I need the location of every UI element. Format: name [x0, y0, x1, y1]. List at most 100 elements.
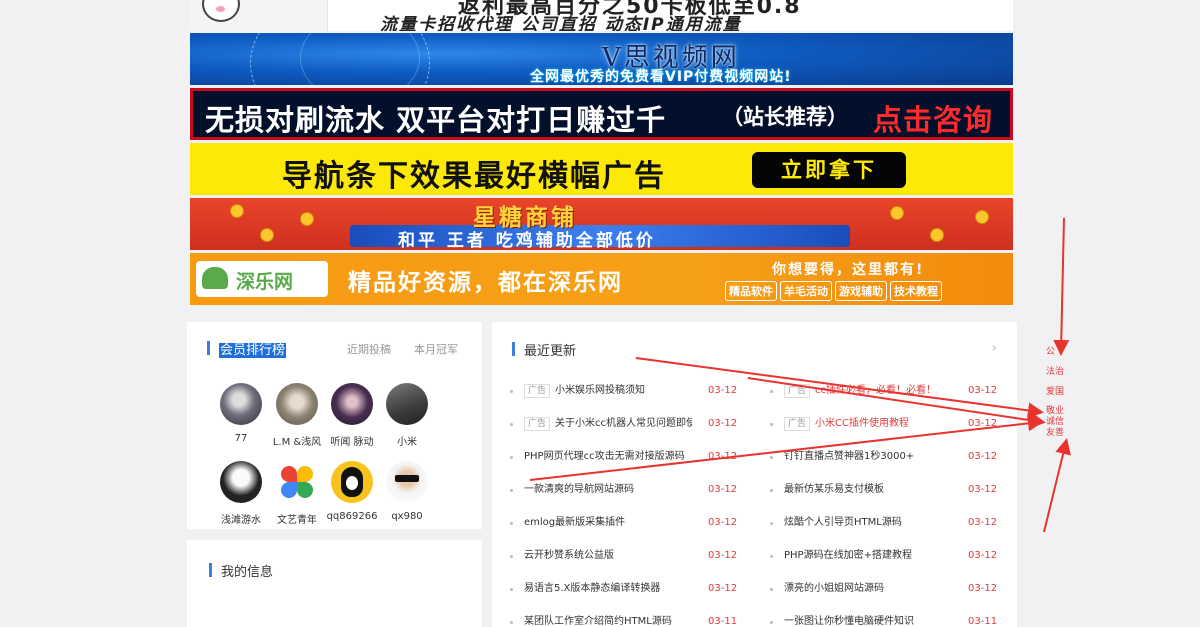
avatar — [386, 461, 428, 503]
news-item[interactable]: 广告 cc插件必看，必看！必看！ 03-12 — [770, 383, 1005, 399]
news-date: 03-12 — [708, 451, 738, 462]
news-title-link[interactable]: 小米娱乐网投稿须知 — [555, 383, 692, 399]
member-item[interactable]: 小米 — [377, 383, 437, 448]
news-title-link[interactable]: 云开秒赞系统公益版 — [524, 548, 692, 564]
news-item[interactable]: 一张图让你秒懂电脑硬件知识 03-11 — [770, 614, 1005, 627]
member-name: qx980 — [391, 511, 423, 522]
arrow-line — [1053, 217, 1070, 356]
news-title-link[interactable]: PHP网页代理cc攻击无需对接版源码 — [524, 449, 692, 465]
news-item[interactable]: 炫酷个人引导页HTML源码 03-12 — [770, 515, 1005, 531]
shenle-logo: 深乐网 — [196, 261, 328, 297]
news-item[interactable]: 云开秒赞系统公益版 03-12 — [510, 548, 740, 564]
tab-monthly-champion[interactable]: 本月冠军 — [414, 341, 458, 357]
news-item[interactable]: PHP源码在线加密+搭建教程 03-12 — [770, 548, 1005, 564]
bullet-dot — [770, 522, 773, 525]
banner-main-text: 精品好资源，都在深乐网 — [348, 270, 623, 296]
bullet-dot — [770, 390, 773, 393]
news-title-link[interactable]: PHP源码在线加密+搭建教程 — [784, 548, 952, 564]
latest-updates-panel: 最近更新 › 广告 小米娱乐网投稿须知 03-12 广告 关于小米cc机器人常见问题即使… — [492, 322, 1017, 627]
get-now-button[interactable]: 立即拿下 — [752, 152, 906, 188]
news-title-link[interactable]: 钉钉直播点赞神器1秒3000+ — [784, 449, 952, 465]
news-date: 03-12 — [968, 583, 998, 594]
side-text: 爱国 — [1046, 387, 1065, 397]
news-title-link[interactable]: 关于小米cc机器人常见问题即使 — [555, 416, 692, 432]
ad-banner-shenle[interactable]: 深乐网 精品好资源，都在深乐网 你想要得，这里都有! 精品软件 羊毛活动 游戏辅… — [190, 253, 1013, 305]
news-title-link[interactable]: 一张图让你秒懂电脑硬件知识 — [784, 614, 952, 627]
side-text: 友善 — [1046, 428, 1065, 438]
banner-subtitle: 和平 王者 吃鸡辅助全部低价 — [398, 231, 656, 250]
member-name: 小米 — [397, 437, 417, 448]
member-item[interactable]: qq869266 — [322, 461, 382, 522]
news-item[interactable]: 一款清爽的导航网站源码 03-12 — [510, 482, 740, 498]
ad-banner-video-site[interactable]: V思视频网 全网最优秀的免费看VIP付费视频网站! — [190, 33, 1013, 85]
bullet-dot — [510, 522, 513, 525]
banner-line-2: 流量卡招收代理 公司直招 动态IP通用流量 — [380, 15, 742, 31]
banner-main-text: 无损对刷流水 双平台对打日赚过千 — [205, 103, 667, 137]
news-item[interactable]: 易语言5.X版本静态编译转换器 03-12 — [510, 581, 740, 597]
avatar — [276, 383, 318, 425]
news-date: 03-12 — [708, 583, 738, 594]
news-title-link[interactable]: 易语言5.X版本静态编译转换器 — [524, 581, 692, 597]
news-date: 03-12 — [708, 385, 738, 396]
qq-penguin-avatar — [331, 461, 373, 503]
panel-title: 我的信息 — [209, 561, 273, 580]
tab-recent-posts[interactable]: 近期投稿 — [347, 341, 391, 357]
news-title-link[interactable]: emlog最新版采集插件 — [524, 515, 692, 531]
bullet-dot — [510, 423, 513, 426]
member-item[interactable]: 浅滩游水 — [211, 461, 271, 526]
ad-banner-candy-shop[interactable]: 星糖商铺 和平 王者 吃鸡辅助全部低价 — [190, 198, 1013, 250]
globe-graphic-inner — [300, 33, 420, 85]
member-item[interactable]: qx980 — [377, 461, 437, 522]
ad-banner-traffic-card[interactable]: 返利最高百分之50卡板低至0.8 流量卡招收代理 公司直招 动态IP通用流量 — [190, 0, 1013, 31]
news-item[interactable]: 钉钉直播点赞神器1秒3000+ 03-12 — [770, 449, 1005, 465]
news-item[interactable]: 最新仿某乐易支付模板 03-12 — [770, 482, 1005, 498]
coin-icon — [930, 228, 944, 242]
news-title-link[interactable]: 炫酷个人引导页HTML源码 — [784, 515, 952, 531]
news-date: 03-12 — [968, 385, 998, 396]
news-title-link[interactable]: 小米CC插件使用教程 — [815, 416, 952, 432]
bullet-dot — [510, 555, 513, 558]
banner-subtitle: 全网最优秀的免费看VIP付费视频网站! — [530, 69, 792, 85]
bullet-dot — [770, 423, 773, 426]
banner-cta: 点击咨询 — [873, 103, 994, 137]
bullet-dot — [770, 555, 773, 558]
news-title-link[interactable]: 漂亮的小姐姐网站源码 — [784, 581, 952, 597]
member-name: qq869266 — [326, 511, 378, 522]
news-item[interactable]: 广告 关于小米cc机器人常见问题即使 03-12 — [510, 416, 740, 432]
coin-icon — [975, 210, 989, 224]
panel-title: 最近更新 — [512, 340, 576, 359]
coin-icon — [890, 206, 904, 220]
member-item[interactable]: 文艺青年 — [267, 461, 327, 526]
coin-icon — [300, 212, 314, 226]
news-item[interactable]: emlog最新版采集插件 03-12 — [510, 515, 740, 531]
member-name: 浅滩游水 — [221, 515, 261, 526]
ad-banner-flow-service[interactable]: 无损对刷流水 双平台对打日赚过千 （站长推荐） 点击咨询 — [190, 88, 1013, 140]
bullet-dot — [510, 588, 513, 591]
news-title-link[interactable]: 某团队工作室介绍简约HTML源码 — [524, 614, 692, 627]
member-item[interactable]: 听闻 脉动 — [322, 383, 382, 448]
news-item[interactable]: 广告 小米CC插件使用教程 03-12 — [770, 416, 1005, 432]
news-date: 03-12 — [968, 517, 998, 528]
news-item[interactable]: 某团队工作室介绍简约HTML源码 03-11 — [510, 614, 740, 627]
news-item[interactable]: 广告 小米娱乐网投稿须知 03-12 — [510, 383, 740, 399]
news-item[interactable]: PHP网页代理cc攻击无需对接版源码 03-12 — [510, 449, 740, 465]
chevron-right-icon[interactable]: › — [991, 340, 997, 356]
bullet-dot — [510, 390, 513, 393]
cartoon-pig-image — [190, 0, 328, 31]
bullet-dot — [510, 489, 513, 492]
news-date: 03-11 — [968, 616, 998, 627]
ad-banner-nav-slot[interactable]: 导航条下效果最好横幅广告 立即拿下 — [190, 143, 1013, 195]
member-item[interactable]: L.M &浅风 — [267, 383, 327, 448]
member-ranking-panel: 会员排行榜 近期投稿 本月冠军 77 L.M &浅风 听闻 脉动 小米 浅滩游水… — [187, 322, 482, 529]
bullet-dot — [510, 621, 513, 624]
member-item[interactable]: 77 — [211, 383, 271, 444]
avatar — [386, 383, 428, 425]
news-title-link[interactable]: 最新仿某乐易支付模板 — [784, 482, 952, 498]
news-item[interactable]: 漂亮的小姐姐网站源码 03-12 — [770, 581, 1005, 597]
news-date: 03-12 — [708, 418, 738, 429]
news-title-link[interactable]: cc插件必看，必看！必看！ — [815, 383, 952, 399]
news-title-link[interactable]: 一款清爽的导航网站源码 — [524, 482, 692, 498]
news-date: 03-12 — [968, 418, 998, 429]
avatar — [220, 461, 262, 503]
ad-tag: 广告 — [524, 417, 551, 431]
